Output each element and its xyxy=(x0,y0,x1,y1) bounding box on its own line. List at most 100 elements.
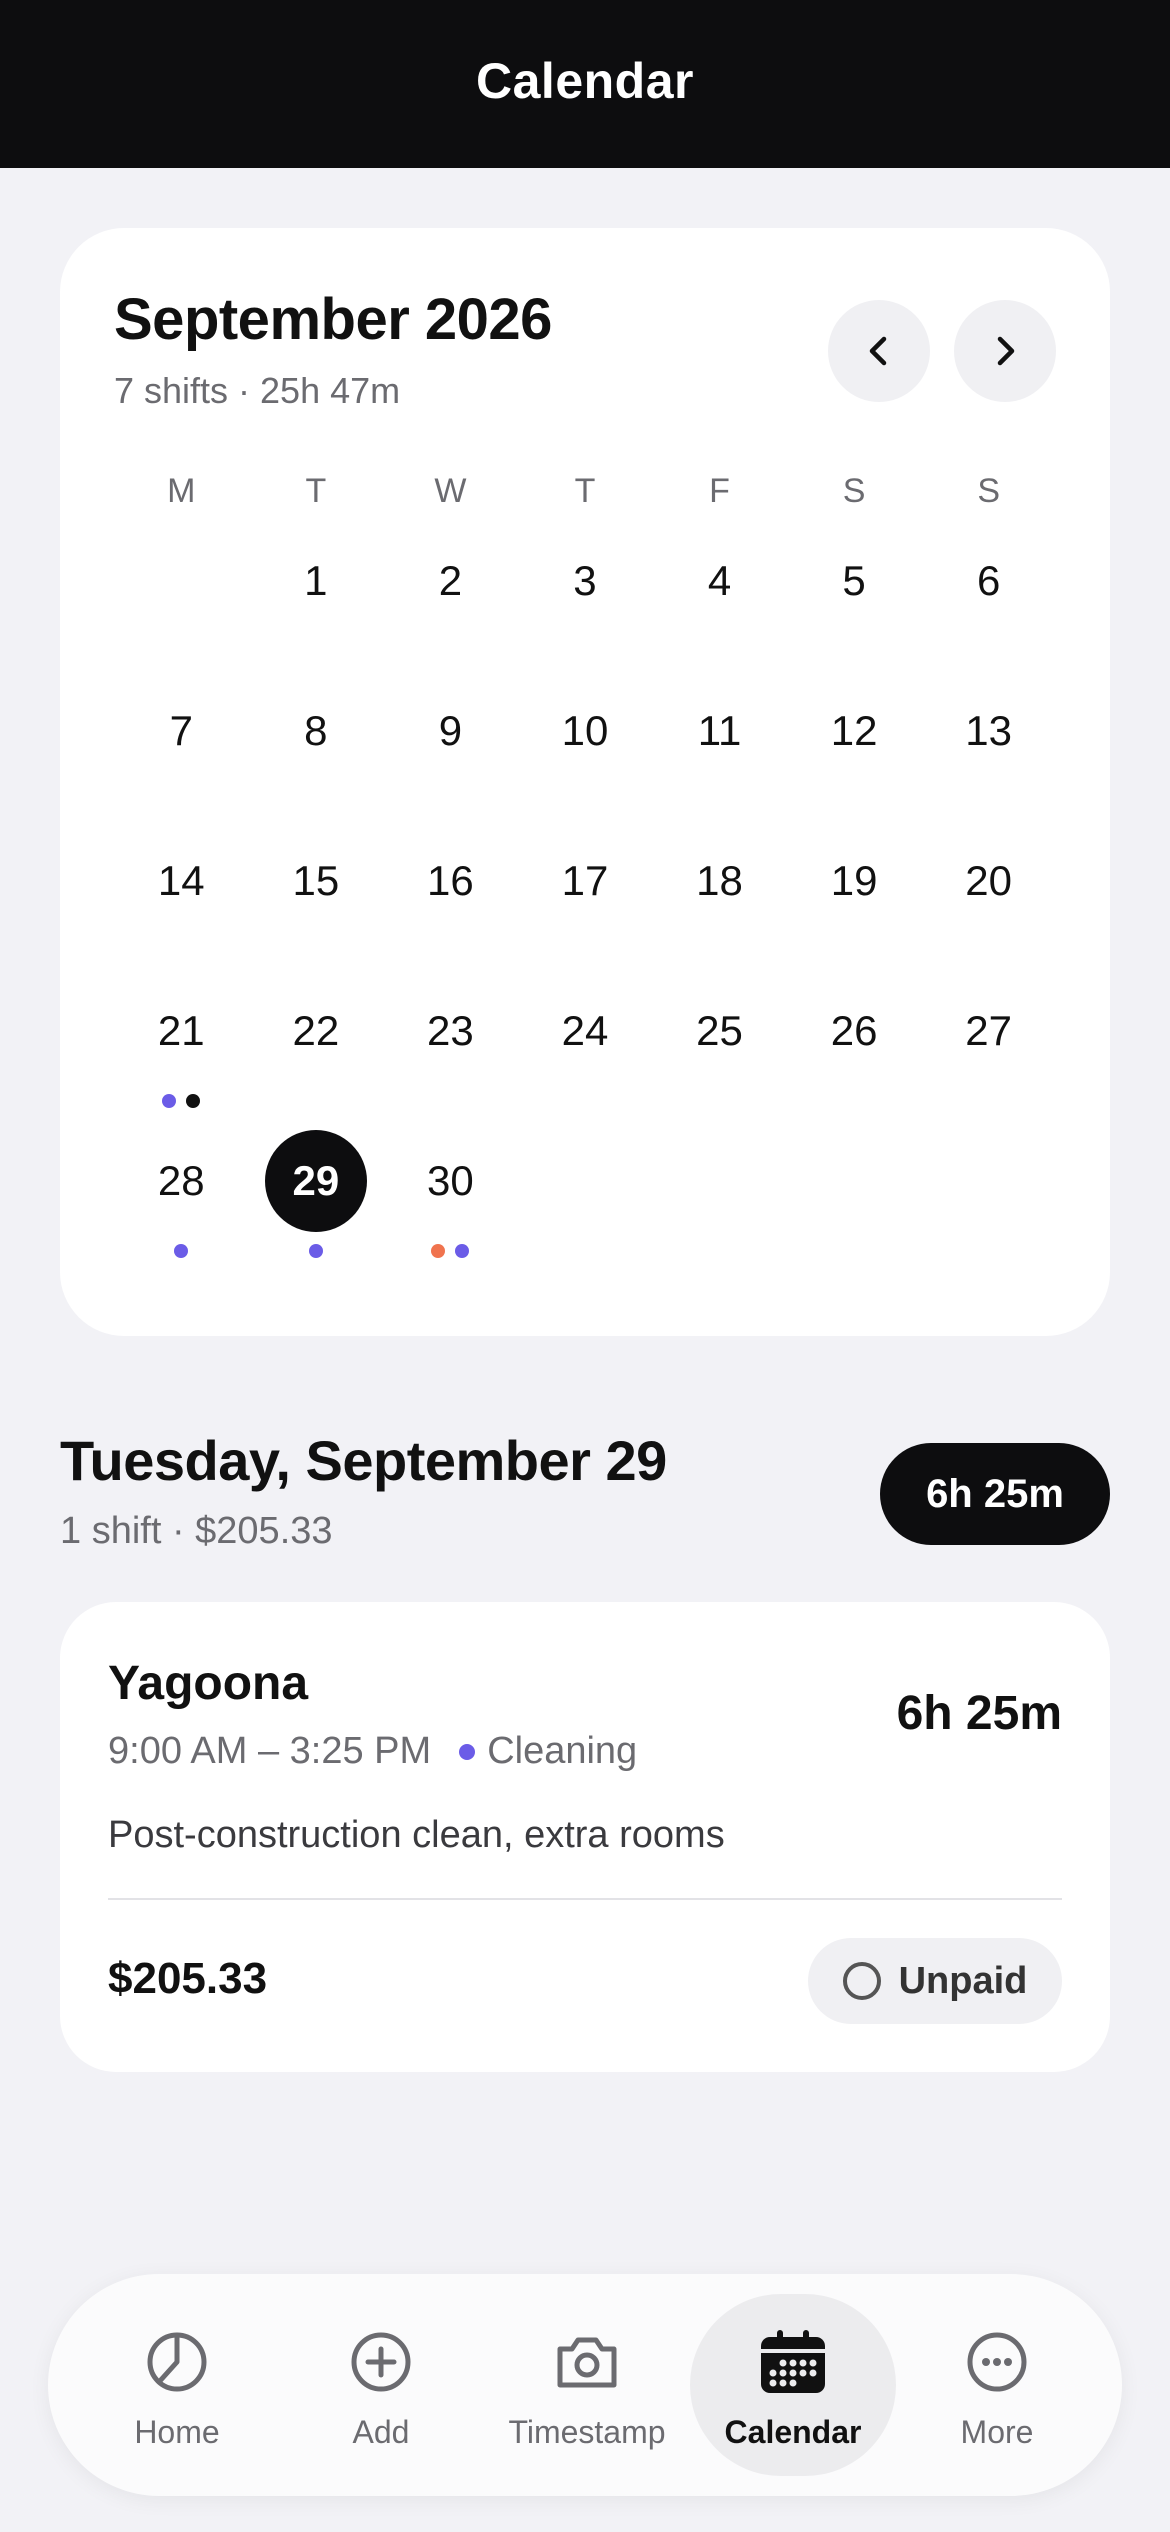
shift-markers xyxy=(249,1244,384,1258)
month-title: September 2026 xyxy=(114,287,552,352)
tab-timestamp[interactable]: Timestamp xyxy=(484,2294,690,2476)
day-number: 21 xyxy=(157,1007,205,1054)
calendar-day-29[interactable]: 29 xyxy=(249,1130,384,1280)
day-number: 13 xyxy=(965,707,1013,754)
shift-dot-icon xyxy=(455,1244,470,1258)
selected-date-summary: 1 shift · $205.33 xyxy=(60,1510,333,1552)
calendar-day-28[interactable]: 28 xyxy=(114,1130,249,1280)
tab-more[interactable]: More xyxy=(894,2294,1100,2476)
weekday-label: T xyxy=(574,472,596,510)
day-number: 2 xyxy=(438,557,463,604)
day-number: 20 xyxy=(965,857,1013,904)
day-number: 23 xyxy=(427,1007,474,1054)
calendar-day-13[interactable]: 13 xyxy=(921,680,1056,830)
day-number: 11 xyxy=(697,707,742,754)
day-number: 24 xyxy=(561,1007,609,1054)
calendar-day-12[interactable]: 12 xyxy=(787,680,922,830)
shift-dot-icon xyxy=(431,1244,446,1258)
calendar-day-22[interactable]: 22 xyxy=(249,980,384,1130)
payment-status-button[interactable]: Unpaid xyxy=(808,1938,1062,2024)
calendar-day-26[interactable]: 26 xyxy=(787,980,922,1130)
camera-icon xyxy=(557,2337,617,2388)
payment-status-label: Unpaid xyxy=(898,1959,1028,2002)
pie-chart-icon xyxy=(147,2332,207,2392)
divider xyxy=(108,1898,1062,1900)
calendar-day-24[interactable]: 24 xyxy=(518,980,653,1130)
calendar-empty-cell xyxy=(921,1130,1056,1280)
calendar-day-8[interactable]: 8 xyxy=(249,680,384,830)
chevron-left-icon xyxy=(869,336,887,366)
shift-duration: 6h 25m xyxy=(896,1687,1062,1740)
day-number: 17 xyxy=(561,857,609,904)
calendar-empty-cell xyxy=(114,530,249,680)
calendar-day-1[interactable]: 1 xyxy=(249,530,384,680)
calendar-day-5[interactable]: 5 xyxy=(787,530,922,680)
day-number: 15 xyxy=(292,857,340,904)
day-number: 22 xyxy=(292,1007,340,1054)
calendar-week-row: 7 8 9 10 11 12 13 xyxy=(114,680,1056,830)
calendar-day-19[interactable]: 19 xyxy=(787,830,922,980)
calendar-day-7[interactable]: 7 xyxy=(114,680,249,830)
calendar-card: September 2026 7 shifts · 25h 47m M T W … xyxy=(60,228,1110,1336)
shift-category: Cleaning xyxy=(487,1730,638,1772)
shift-dot-icon xyxy=(162,1094,177,1108)
day-number: 19 xyxy=(830,857,878,904)
day-number: 4 xyxy=(707,557,732,604)
day-number: 12 xyxy=(830,707,878,754)
calendar-week-row: 1 2 3 4 5 6 xyxy=(114,530,1056,680)
calendar-day-23[interactable]: 23 xyxy=(383,980,518,1130)
weekday-header: M T W T F S S xyxy=(114,472,1056,511)
day-number: 28 xyxy=(157,1157,205,1204)
calendar-day-16[interactable]: 16 xyxy=(383,830,518,980)
shift-card[interactable]: Yagoona 6h 25m 9:00 AM – 3:25 PM Cleanin… xyxy=(60,1602,1110,2072)
calendar-day-30[interactable]: 30 xyxy=(383,1130,518,1280)
tab-add[interactable]: Add xyxy=(278,2294,484,2476)
calendar-day-17[interactable]: 17 xyxy=(518,830,653,980)
calendar-day-10[interactable]: 10 xyxy=(518,680,653,830)
tab-label: Add xyxy=(352,2414,410,2450)
calendar-day-18[interactable]: 18 xyxy=(652,830,787,980)
shift-time: 9:00 AM – 3:25 PM xyxy=(108,1730,432,1772)
previous-month-button[interactable] xyxy=(828,300,930,402)
weekday-label: F xyxy=(709,472,730,510)
day-total-badge: 6h 25m xyxy=(880,1443,1110,1545)
weekday-label: W xyxy=(434,472,467,510)
calendar-day-6[interactable]: 6 xyxy=(921,530,1056,680)
calendar-week-row: 28 29 30 xyxy=(114,1130,1056,1280)
shift-location: Yagoona xyxy=(108,1657,309,1710)
shift-markers xyxy=(114,1094,249,1108)
day-number: 10 xyxy=(561,707,609,754)
tab-label: Calendar xyxy=(724,2414,862,2450)
tab-label: More xyxy=(960,2414,1034,2450)
calendar-day-27[interactable]: 27 xyxy=(921,980,1056,1130)
tab-label: Home xyxy=(134,2414,220,2450)
month-summary: 7 shifts · 25h 47m xyxy=(114,370,401,411)
tab-home[interactable]: Home xyxy=(74,2294,280,2476)
calendar-day-15[interactable]: 15 xyxy=(249,830,384,980)
day-number: 30 xyxy=(427,1157,474,1204)
shift-dot-icon xyxy=(186,1094,201,1108)
tab-label: Timestamp xyxy=(508,2414,666,2450)
calendar-day-11[interactable]: 11 xyxy=(652,680,787,830)
shift-markers xyxy=(383,1244,518,1258)
next-month-button[interactable] xyxy=(954,300,1056,402)
calendar-icon xyxy=(761,2330,825,2393)
calendar-day-14[interactable]: 14 xyxy=(114,830,249,980)
shift-amount: $205.33 xyxy=(108,1954,268,2003)
plus-circle-icon xyxy=(351,2332,411,2392)
calendar-day-4[interactable]: 4 xyxy=(652,530,787,680)
shift-time-row: 9:00 AM – 3:25 PM Cleaning xyxy=(108,1730,637,1773)
day-number: 3 xyxy=(573,557,597,604)
calendar-day-21[interactable]: 21 xyxy=(114,980,249,1130)
shift-markers xyxy=(114,1244,249,1258)
page-title: Calendar xyxy=(476,53,694,109)
tab-calendar[interactable]: Calendar xyxy=(690,2294,896,2476)
category-dot-icon xyxy=(459,1743,476,1760)
calendar-day-2[interactable]: 2 xyxy=(383,530,518,680)
calendar-day-3[interactable]: 3 xyxy=(518,530,653,680)
calendar-day-25[interactable]: 25 xyxy=(652,980,787,1130)
calendar-day-20[interactable]: 20 xyxy=(921,830,1056,980)
day-number: 27 xyxy=(965,1007,1013,1054)
calendar-week-row: 14 15 16 17 18 19 20 xyxy=(114,830,1056,980)
calendar-day-9[interactable]: 9 xyxy=(383,680,518,830)
